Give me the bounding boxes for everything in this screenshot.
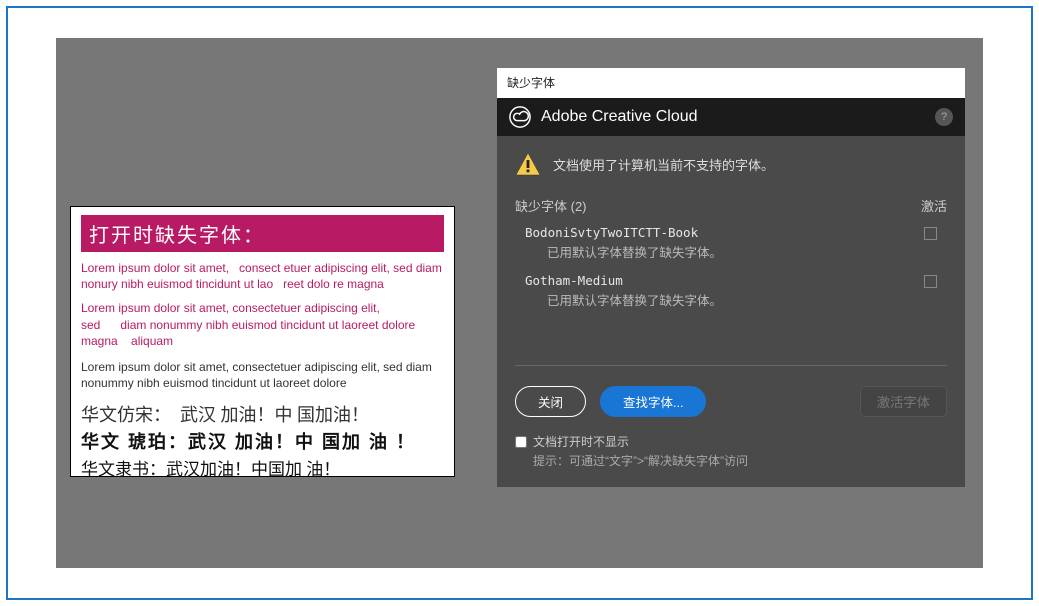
warning-icon xyxy=(515,152,541,176)
canvas-area: 打开时缺失字体： Lorem ipsum dolor sit amet, con… xyxy=(56,38,983,568)
doc-paragraph-1: Lorem ipsum dolor sit amet, consect etue… xyxy=(81,260,444,292)
doc-cn-line-1: 华文仿宋： 武汉 加油！中 国加油！ xyxy=(81,401,444,427)
font-item[interactable]: BodoniSvtyTwoITCTT-Book 已用默认字体替换了缺失字体。 xyxy=(515,221,947,269)
creative-cloud-bar: Adobe Creative Cloud ? xyxy=(497,98,965,136)
doc-paragraph-3: Lorem ipsum dolor sit amet, consectetuer… xyxy=(81,359,444,391)
doc-cn-line-2: 华文 琥珀：武汉 加油！中 国加 油 ！ xyxy=(81,428,444,454)
close-button[interactable]: 关闭 xyxy=(515,386,586,417)
dialog-footer: 文档打开时不显示 提示：可通过“文字”>“解决缺失字体”访问 xyxy=(515,433,947,469)
activate-checkbox[interactable] xyxy=(924,275,937,288)
font-item[interactable]: Gotham-Medium 已用默认字体替换了缺失字体。 xyxy=(515,269,947,317)
font-name: Gotham-Medium xyxy=(525,273,722,288)
dialog-body: 文档使用了计算机当前不支持的字体。 缺少字体 (2) 激活 BodoniSvty… xyxy=(497,136,965,487)
missing-fonts-count: 缺少字体 (2) xyxy=(515,196,587,215)
outer-frame: 打开时缺失字体： Lorem ipsum dolor sit amet, con… xyxy=(6,6,1033,600)
dont-show-checkbox[interactable] xyxy=(515,436,527,448)
missing-fonts-dialog: 缺少字体 Adobe Creative Cloud ? 文档使用了计算机当前不支… xyxy=(497,68,965,487)
find-fonts-button[interactable]: 查找字体... xyxy=(600,386,706,417)
activate-column-header: 激活 xyxy=(921,196,947,215)
document-preview: 打开时缺失字体： Lorem ipsum dolor sit amet, con… xyxy=(70,206,455,477)
doc-heading: 打开时缺失字体： xyxy=(81,215,444,252)
button-row: 关闭 查找字体... 激活字体 xyxy=(515,386,947,417)
font-status: 已用默认字体替换了缺失字体。 xyxy=(547,290,722,309)
warning-message: 文档使用了计算机当前不支持的字体。 xyxy=(553,155,774,174)
dont-show-text: 文档打开时不显示 xyxy=(533,433,629,450)
warning-row: 文档使用了计算机当前不支持的字体。 xyxy=(515,152,947,176)
font-list: BodoniSvtyTwoITCTT-Book 已用默认字体替换了缺失字体。 G… xyxy=(515,221,947,366)
dont-show-label[interactable]: 文档打开时不显示 xyxy=(515,433,947,450)
activate-fonts-button: 激活字体 xyxy=(860,386,947,417)
font-status: 已用默认字体替换了缺失字体。 xyxy=(547,242,722,261)
dialog-title: 缺少字体 xyxy=(497,68,965,98)
doc-paragraph-2: Lorem ipsum dolor sit amet, consectetuer… xyxy=(81,300,444,349)
font-list-header: 缺少字体 (2) 激活 xyxy=(515,196,947,215)
doc-cn-line-3: 华文隶书：武汉加油！中国加 油！ xyxy=(81,455,444,480)
font-name: BodoniSvtyTwoITCTT-Book xyxy=(525,225,722,240)
creative-cloud-label: Adobe Creative Cloud xyxy=(541,108,698,126)
footer-hint: 提示：可通过“文字”>“解决缺失字体”访问 xyxy=(533,452,947,469)
help-icon[interactable]: ? xyxy=(935,108,953,126)
creative-cloud-icon xyxy=(509,106,531,128)
activate-checkbox[interactable] xyxy=(924,227,937,240)
